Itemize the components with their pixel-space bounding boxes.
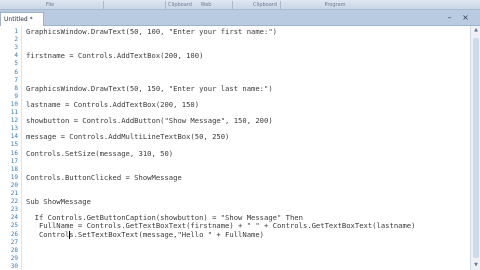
code-line[interactable]: GraphicsWindow.DrawText(50, 100, "Enter … <box>26 28 277 36</box>
ribbon-separator <box>103 1 104 9</box>
line-number: 2 <box>14 36 18 44</box>
line-number: 12 <box>10 117 18 125</box>
document-tab[interactable]: Untitled * <box>0 12 44 26</box>
code-line[interactable]: Controls.SetTextBoxText(message,"Hello "… <box>26 230 264 239</box>
minimize-button[interactable]: – <box>444 12 455 23</box>
scroll-up-icon[interactable]: ▲ <box>471 26 480 35</box>
ribbon-group-program[interactable]: Program <box>300 0 370 10</box>
text-caret <box>69 230 70 239</box>
line-number: 25 <box>10 222 18 230</box>
line-number: 28 <box>10 246 18 254</box>
close-button[interactable]: × <box>460 12 471 23</box>
vertical-scrollbar[interactable]: ▲ ▼ <box>470 26 480 270</box>
line-number: 13 <box>10 125 18 133</box>
document-tab-bar: Untitled * – × <box>0 10 480 26</box>
ribbon-separator <box>232 1 233 9</box>
code-editor[interactable]: 1 2 3 4 5 6 7 8 9 10 11 12 13 14 15 16 17 18 19 20 21 22 23 24 2… <box>0 26 470 270</box>
ribbon-group-file[interactable]: File <box>30 0 70 10</box>
code-line[interactable]: lastname = Controls.AddTextBox(200, 150) <box>26 100 199 109</box>
line-number: 10 <box>10 100 18 108</box>
line-number: 6 <box>14 68 18 76</box>
line-number: 26 <box>10 230 18 238</box>
line-number: 23 <box>10 206 18 214</box>
scroll-thumb[interactable] <box>473 38 479 258</box>
line-number: 7 <box>14 76 18 84</box>
code-line[interactable]: message = Controls.AddMultiLineTextBox(5… <box>26 133 229 141</box>
line-number: 3 <box>14 44 18 52</box>
line-number: 4 <box>14 52 18 60</box>
line-number: 19 <box>10 173 18 181</box>
line-number: 15 <box>10 141 18 149</box>
ribbon-separator <box>280 1 281 9</box>
line-number: 17 <box>10 157 18 165</box>
code-line[interactable]: Sub ShowMessage <box>26 198 91 206</box>
ribbon-separator <box>165 1 166 9</box>
line-number: 1 <box>14 28 18 35</box>
line-number: 20 <box>10 181 18 189</box>
line-number: 16 <box>10 149 18 157</box>
line-number: 18 <box>10 165 18 173</box>
line-number: 9 <box>14 92 18 100</box>
code-line[interactable]: GraphicsWindow.DrawText(50, 150, "Enter … <box>26 84 273 93</box>
line-number: 11 <box>10 109 18 116</box>
line-number: 14 <box>10 133 18 141</box>
line-number: 8 <box>14 84 18 92</box>
code-line[interactable]: Controls.ButtonClicked = ShowMessage <box>26 173 182 182</box>
line-number: 22 <box>10 198 18 206</box>
line-number: 21 <box>10 190 18 197</box>
code-line[interactable]: Controls.SetSize(message, 310, 50) <box>26 149 173 158</box>
line-number: 29 <box>10 254 18 262</box>
ribbon: File Clipboard Web Clipboard Program <box>0 0 480 10</box>
line-number: 30 <box>10 262 18 270</box>
scroll-down-icon[interactable]: ▼ <box>471 261 480 270</box>
line-number: 24 <box>10 214 18 222</box>
ribbon-group-clipboard-2[interactable]: Clipboard <box>240 0 290 10</box>
code-line[interactable]: firstname = Controls.AddTextBox(200, 100… <box>26 52 203 60</box>
line-number: 27 <box>10 238 18 246</box>
line-number: 5 <box>14 60 18 68</box>
code-line[interactable]: showbutton = Controls.AddButton("Show Me… <box>26 117 273 125</box>
ribbon-group-web[interactable]: Web <box>186 0 226 10</box>
